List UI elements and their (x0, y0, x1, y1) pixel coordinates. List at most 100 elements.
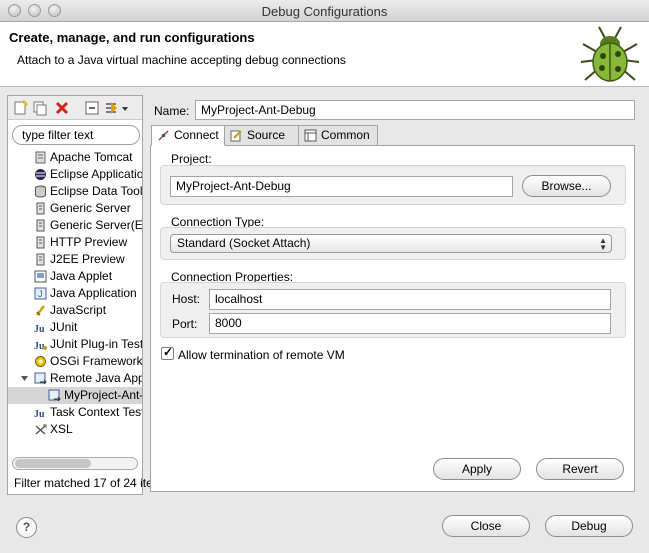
tree-item-label: Java Application (50, 286, 137, 300)
port-label: Port: (172, 317, 198, 331)
tree-item-generic-server[interactable]: Generic Server (8, 200, 142, 217)
remote-java-icon (34, 372, 47, 385)
allow-termination-label: Allow termination of remote VM (178, 348, 345, 362)
tree-item-label: OSGi Framework (50, 354, 142, 368)
junit-icon: Ju (34, 324, 45, 334)
tree-item-remote-java-application[interactable]: Remote Java Application (8, 370, 142, 387)
junit-plugin-icon: Ju (34, 341, 47, 351)
tab-label: Connect (174, 128, 219, 142)
tree-item-eclipse-application[interactable]: Eclipse Application (8, 166, 142, 183)
tree-item-label: Eclipse Application (50, 167, 142, 181)
header-description: Attach to a Java virtual machine accepti… (17, 53, 346, 67)
svg-text:J: J (38, 289, 43, 299)
filter-input[interactable]: type filter text (12, 125, 140, 145)
new-configuration-icon[interactable] (12, 100, 28, 116)
title-bar: Debug Configurations (0, 0, 649, 22)
tree-item-label: Apache Tomcat (50, 150, 133, 164)
tree-item-myproject-ant-debug[interactable]: MyProject-Ant-Debug (8, 387, 142, 404)
tree-item-label: Eclipse Data Tools (50, 184, 142, 198)
tree-item-junit[interactable]: Ju JUnit (8, 319, 142, 336)
disclosure-triangle-icon[interactable] (20, 372, 29, 385)
checkmark-icon: ✓ (163, 345, 174, 359)
tab-label: Source (247, 128, 286, 142)
tree-item-label: XSL (50, 422, 73, 436)
tree-horizontal-scrollbar[interactable] (12, 457, 138, 470)
database-icon (35, 185, 46, 198)
server-icon (36, 219, 45, 232)
connection-type-value: Standard (Socket Attach) (177, 236, 311, 250)
connect-icon (158, 130, 169, 141)
name-input[interactable]: MyProject-Ant-Debug (195, 100, 635, 120)
java-app-icon: J (34, 287, 47, 300)
scrollbar-thumb[interactable] (15, 459, 91, 468)
allow-termination-checkbox[interactable]: ✓ (161, 345, 174, 360)
collapse-all-icon[interactable] (84, 100, 100, 116)
configuration-tree-pane: type filter text Apache Tomcat Eclipse A… (7, 95, 169, 495)
duplicate-configuration-icon[interactable] (32, 100, 48, 116)
xsl-icon (35, 424, 47, 435)
browse-button[interactable]: Browse... (522, 175, 611, 197)
server-icon (36, 236, 45, 249)
port-input[interactable]: 8000 (209, 313, 611, 334)
tree-item-label: Task Context Test (50, 405, 142, 419)
close-button[interactable]: Close (442, 515, 530, 537)
tree-item-label: Generic Server(External Launch) (50, 218, 142, 232)
tree-item-http-preview[interactable]: HTTP Preview (8, 234, 142, 251)
source-icon (230, 130, 242, 142)
dialog-header: Create, manage, and run configurations A… (0, 22, 649, 87)
tree-item-label: JUnit (50, 320, 78, 334)
tab-source[interactable]: Source (224, 125, 299, 146)
tree-item-label: Java Applet (50, 269, 113, 283)
filter-menu-icon[interactable] (104, 100, 130, 116)
tree-item-junit-plugin-test[interactable]: Ju JUnit Plug-in Test (8, 336, 142, 353)
eclipse-icon (35, 169, 46, 180)
svg-text:Ju: Ju (34, 341, 45, 351)
applet-icon (34, 270, 47, 283)
tree-item-j2ee-preview[interactable]: J2EE Preview (8, 251, 142, 268)
tree-item-java-applet[interactable]: Java Applet (8, 268, 142, 285)
tree-item-osgi-framework[interactable]: OSGi Framework (8, 353, 142, 370)
tree-item-apache-tomcat[interactable]: Apache Tomcat (8, 149, 142, 166)
connection-type-select[interactable]: Standard (Socket Attach) ▲ ▼ (170, 234, 612, 253)
tomcat-icon (35, 151, 46, 164)
header-title: Create, manage, and run configurations (9, 30, 255, 45)
tree-item-task-context-test[interactable]: Ju Task Context Test (8, 404, 142, 421)
svg-text:Ju: Ju (34, 324, 45, 334)
tree-item-generic-server-external[interactable]: Generic Server(External Launch) (8, 217, 142, 234)
tab-label: Common (321, 128, 370, 142)
project-label: Project: (171, 152, 212, 166)
tree-item-javascript[interactable]: JavaScript (8, 302, 142, 319)
host-label: Host: (172, 292, 201, 306)
javascript-icon (36, 305, 45, 316)
filter-status: Filter matched 17 of 24 items (14, 476, 169, 490)
configuration-tree: Apache Tomcat Eclipse Application Eclips… (8, 149, 142, 444)
window-title: Debug Configurations (261, 4, 388, 19)
debug-button[interactable]: Debug (545, 515, 633, 537)
server-icon (36, 253, 45, 266)
tree-item-label: HTTP Preview (50, 235, 128, 249)
tree-item-java-application[interactable]: J Java Application (8, 285, 142, 302)
delete-configuration-icon[interactable] (54, 100, 70, 116)
tab-common[interactable]: Common (298, 125, 378, 146)
revert-button[interactable]: Revert (536, 458, 624, 480)
debug-bug-icon (580, 26, 640, 82)
tree-item-label: Generic Server (50, 201, 131, 215)
name-label: Name: (154, 104, 190, 118)
select-arrows-icon: ▲ ▼ (599, 236, 607, 252)
tab-connect[interactable]: Connect (151, 125, 225, 146)
common-icon (304, 129, 317, 142)
tree-item-label: JavaScript (50, 303, 107, 317)
tree-item-label: J2EE Preview (50, 252, 125, 266)
apply-button[interactable]: Apply (433, 458, 521, 480)
tree-item-label: JUnit Plug-in Test (50, 337, 142, 351)
project-input[interactable]: MyProject-Ant-Debug (170, 176, 513, 197)
host-input[interactable]: localhost (209, 289, 611, 310)
tree-item-label: Remote Java Application (50, 371, 142, 385)
server-icon (36, 202, 45, 215)
tree-item-xsl[interactable]: XSL (8, 421, 142, 438)
junit-icon: Ju (34, 409, 45, 419)
remote-java-icon (48, 389, 61, 402)
help-icon[interactable]: ? (16, 517, 37, 538)
tree-item-eclipse-data-tools[interactable]: Eclipse Data Tools (8, 183, 142, 200)
svg-text:Ju: Ju (34, 409, 45, 419)
